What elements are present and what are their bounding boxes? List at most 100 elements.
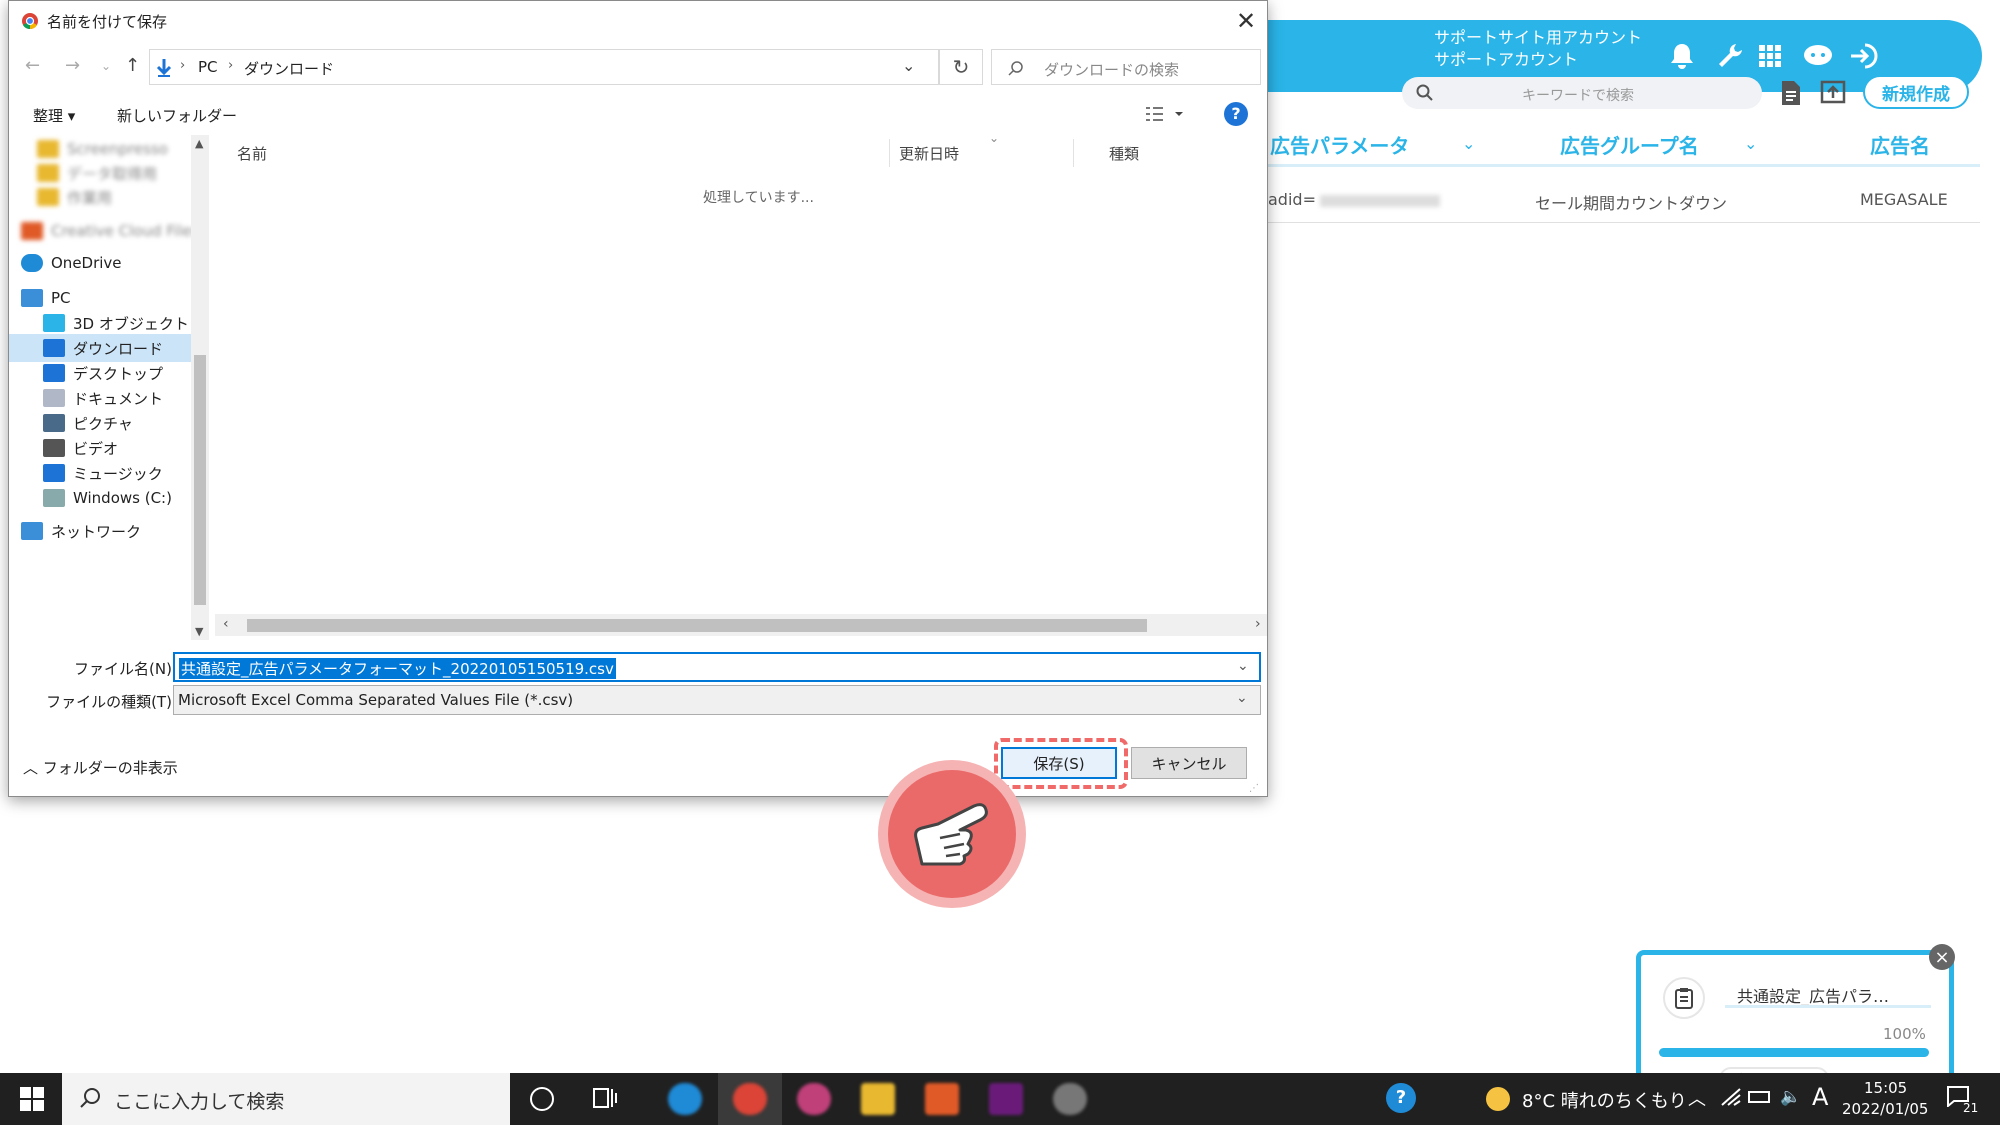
horizontal-scrollbar-thumb[interactable] <box>247 619 1147 632</box>
scroll-left-icon[interactable]: ‹ <box>223 616 229 632</box>
close-icon[interactable]: × <box>1929 944 1955 970</box>
ime-indicator[interactable]: A <box>1812 1083 1828 1111</box>
up-arrow-icon[interactable]: ↑ <box>125 55 140 76</box>
column-header-ad-group[interactable]: 広告グループ名 <box>1560 130 1699 159</box>
nav-item[interactable]: ミュージック <box>43 459 163 487</box>
file-explorer-icon[interactable] <box>861 1083 895 1115</box>
volume-icon[interactable]: 🔈 <box>1780 1087 1801 1107</box>
toast-progress-label: 100% <box>1883 1025 1926 1043</box>
chevron-down-icon[interactable]: ⌄ <box>1744 134 1757 153</box>
column-separator <box>889 139 890 167</box>
chevron-up-icon[interactable]: ︿ <box>1688 1085 1706 1111</box>
column-header-modified[interactable]: 更新日時 <box>899 143 959 164</box>
hide-folders-button[interactable]: ︿ フォルダーの非表示 <box>23 757 178 778</box>
weather-text[interactable]: 8°C 晴れのちくもり <box>1522 1087 1687 1113</box>
address-bar[interactable]: › PC › ダウンロード ⌄ <box>149 49 939 85</box>
nav-item[interactable]: PC <box>21 284 71 312</box>
battery-icon[interactable] <box>1748 1091 1770 1103</box>
weather-icon[interactable] <box>1486 1087 1510 1111</box>
nav-scrollbar-thumb[interactable] <box>194 355 206 605</box>
clock-time[interactable]: 15:05 <box>1864 1079 1907 1097</box>
nav-scrollbar[interactable]: ▲ ▼ <box>191 135 209 640</box>
cancel-button[interactable]: キャンセル <box>1131 747 1247 779</box>
drive-icon <box>43 489 65 507</box>
wifi-icon[interactable] <box>1720 1087 1742 1111</box>
close-icon[interactable]: ✕ <box>1231 7 1261 37</box>
app-icon[interactable] <box>797 1083 831 1115</box>
logout-icon[interactable] <box>1844 36 1884 76</box>
grid-apps-icon[interactable] <box>1750 36 1790 76</box>
app-icon[interactable] <box>989 1083 1023 1115</box>
new-create-button[interactable]: 新規作成 <box>1863 75 1969 109</box>
new-folder-button[interactable]: 新しいフォルダー <box>117 105 237 126</box>
refresh-icon[interactable]: ↻ <box>939 49 983 85</box>
back-arrow-icon[interactable]: ← <box>25 55 40 76</box>
account-name: サポートサイト用アカウント <box>1434 28 1643 47</box>
bell-icon[interactable] <box>1662 36 1702 76</box>
clock-date[interactable]: 2022/01/05 <box>1842 1100 1928 1118</box>
breadcrumb-pc[interactable]: PC <box>198 58 218 76</box>
scroll-up-icon[interactable]: ▲ <box>195 137 203 150</box>
resize-grip-icon[interactable]: ⋰ <box>1249 783 1259 794</box>
column-header-ad-parameter[interactable]: 広告パラメータ <box>1270 130 1409 159</box>
nav-item[interactable]: ビデオ <box>43 434 118 462</box>
nav-item[interactable]: ネットワーク <box>21 517 141 545</box>
chevron-down-icon[interactable]: ⌄ <box>1462 134 1475 153</box>
nav-item[interactable]: ピクチャ <box>43 409 133 437</box>
column-header-type[interactable]: 種類 <box>1109 143 1139 164</box>
table-cell-param: adid= <box>1268 190 1440 209</box>
chevron-down-icon[interactable]: ⌄ <box>1236 690 1248 706</box>
support-chat-icon[interactable] <box>1798 36 1838 76</box>
nav-item-label: Screenpresso <box>67 140 168 158</box>
chevron-down-icon[interactable]: ⌄ <box>902 56 915 75</box>
toast-filename: 共通設定_広告パラ… <box>1737 987 1890 1006</box>
nav-item[interactable]: ドキュメント <box>43 384 163 412</box>
toast-progress-fill <box>1659 1048 1929 1057</box>
filetype-select[interactable]: Microsoft Excel Comma Separated Values F… <box>173 685 1261 715</box>
nav-item[interactable]: ダウンロード <box>9 334 191 362</box>
powerpoint-icon[interactable] <box>925 1083 959 1115</box>
document-icon[interactable] <box>1780 80 1802 110</box>
save-button[interactable]: 保存(S) <box>1001 747 1117 779</box>
wrench-icon[interactable] <box>1710 36 1750 76</box>
scroll-right-icon[interactable]: › <box>1255 616 1261 632</box>
nav-item[interactable]: Creative Cloud Files <box>21 217 199 245</box>
nav-item[interactable]: デスクトップ <box>43 359 163 387</box>
column-header-ad-name[interactable]: 広告名 <box>1870 130 1930 159</box>
folder-search-input[interactable]: ダウンロードの検索 <box>991 49 1261 85</box>
nav-item[interactable]: Windows (C:) <box>43 484 172 512</box>
file-list-pane: 名前 更新日時 ⌄ 種類 処理しています... ‹ › <box>215 131 1267 640</box>
upload-icon[interactable] <box>1820 80 1846 108</box>
nav-item[interactable]: 3D オブジェクト <box>43 309 189 337</box>
nav-item-label: ビデオ <box>73 439 119 458</box>
nav-item-label: データ取得用 <box>67 164 158 183</box>
cortana-icon[interactable] <box>530 1087 554 1111</box>
toast-progress-bar <box>1659 1048 1929 1057</box>
view-options-icon[interactable] <box>1145 105 1185 127</box>
column-separator <box>1073 139 1074 167</box>
nav-item[interactable]: OneDrive <box>21 249 122 277</box>
scroll-down-icon[interactable]: ▼ <box>195 625 203 638</box>
organize-button[interactable]: 整理 ▾ <box>33 105 75 126</box>
chevron-down-icon[interactable]: ⌄ <box>1237 658 1249 674</box>
chrome-app-icon[interactable] <box>733 1083 767 1115</box>
nav-item[interactable]: 作業用 <box>37 183 112 211</box>
taskbar-search-box[interactable]: ここに入力して検索 <box>62 1073 510 1125</box>
help-app-icon[interactable]: ? <box>1386 1083 1416 1113</box>
title-bar[interactable]: 名前を付けて保存 ✕ <box>9 1 1267 41</box>
column-header-name[interactable]: 名前 <box>237 143 267 164</box>
edge-app-icon[interactable] <box>668 1083 702 1115</box>
recent-locations-icon[interactable]: ⌄ <box>101 59 111 73</box>
windows-start-icon[interactable] <box>20 1087 44 1115</box>
toolbar: 整理 ▾ 新しいフォルダー ? <box>9 97 1267 133</box>
help-icon[interactable]: ? <box>1224 102 1248 126</box>
breadcrumb-downloads[interactable]: ダウンロード <box>244 58 334 79</box>
filename-input[interactable]: 共通設定_広告パラメータフォーマット_20220105150519.csv ⌄ <box>173 652 1261 682</box>
keyword-search-input[interactable]: キーワードで検索 <box>1402 77 1762 109</box>
nav-item-label: デスクトップ <box>73 364 164 383</box>
task-view-icon[interactable] <box>592 1085 618 1115</box>
app-icon[interactable] <box>1053 1083 1087 1115</box>
nav-item-label: 作業用 <box>67 188 113 207</box>
forward-arrow-icon[interactable]: → <box>65 55 80 76</box>
horizontal-scrollbar[interactable]: ‹ › <box>215 614 1267 636</box>
